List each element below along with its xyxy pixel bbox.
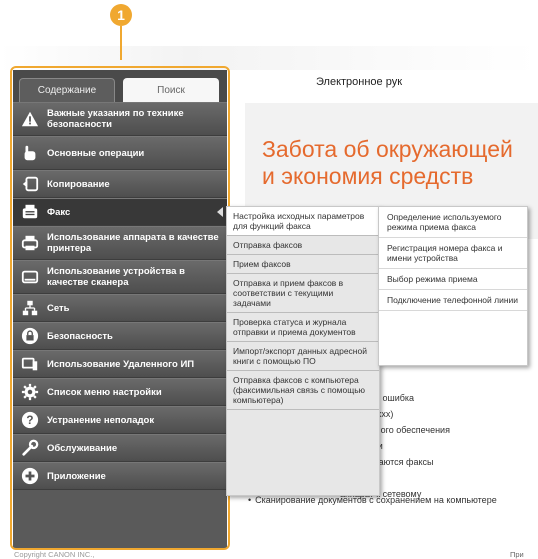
- hero-line-1: Забота об окружающей: [262, 136, 513, 162]
- submenu-item-address-book-import[interactable]: Импорт/экспорт данных адресной книги с п…: [227, 342, 379, 371]
- submenu-item-initial-settings[interactable]: Настройка исходных параметров для функци…: [227, 207, 379, 236]
- submenu2-item-register-number[interactable]: Регистрация номера факса и имени устройс…: [379, 238, 527, 269]
- submenu-item-status-log[interactable]: Проверка статуса и журнала отправки и пр…: [227, 313, 379, 342]
- bullet-item[interactable]: • Сканирование документов с сохранением …: [248, 495, 508, 506]
- fax-submenu: Настройка исходных параметров для функци…: [226, 206, 380, 496]
- document-title: Электронное рук: [316, 76, 403, 88]
- submenu2-item-receive-mode-determine[interactable]: Определение используемого режима приема …: [379, 207, 527, 238]
- callout-line: [120, 26, 122, 60]
- submenu-item-send-receive-tasks[interactable]: Отправка и прием факсов в соответствии с…: [227, 274, 379, 313]
- hero-text: Забота об окружающей и экономия средств: [262, 136, 513, 190]
- callout-highlight: [10, 66, 230, 550]
- submenu2-item-connect-phone-line[interactable]: Подключение телефонной линии: [379, 290, 527, 311]
- initial-settings-submenu: Определение используемого режима приема …: [378, 206, 528, 366]
- submenu-item-receiving-faxes[interactable]: Прием факсов: [227, 255, 379, 274]
- submenu2-item-select-receive-mode[interactable]: Выбор режима приема: [379, 269, 527, 290]
- hero-line-2: и экономия средств: [262, 163, 474, 189]
- submenu-item-sending-faxes[interactable]: Отправка факсов: [227, 236, 379, 255]
- bullet-text: Сканирование документов с сохранением на…: [255, 495, 497, 505]
- footer-right-text: При: [510, 550, 524, 559]
- copyright: Copyright CANON INC.,: [14, 550, 95, 559]
- callout-number: 1: [110, 4, 132, 26]
- submenu-item-pc-fax[interactable]: Отправка факсов с компьютера (факсимильн…: [227, 371, 379, 410]
- bullet-icon: •: [248, 495, 252, 505]
